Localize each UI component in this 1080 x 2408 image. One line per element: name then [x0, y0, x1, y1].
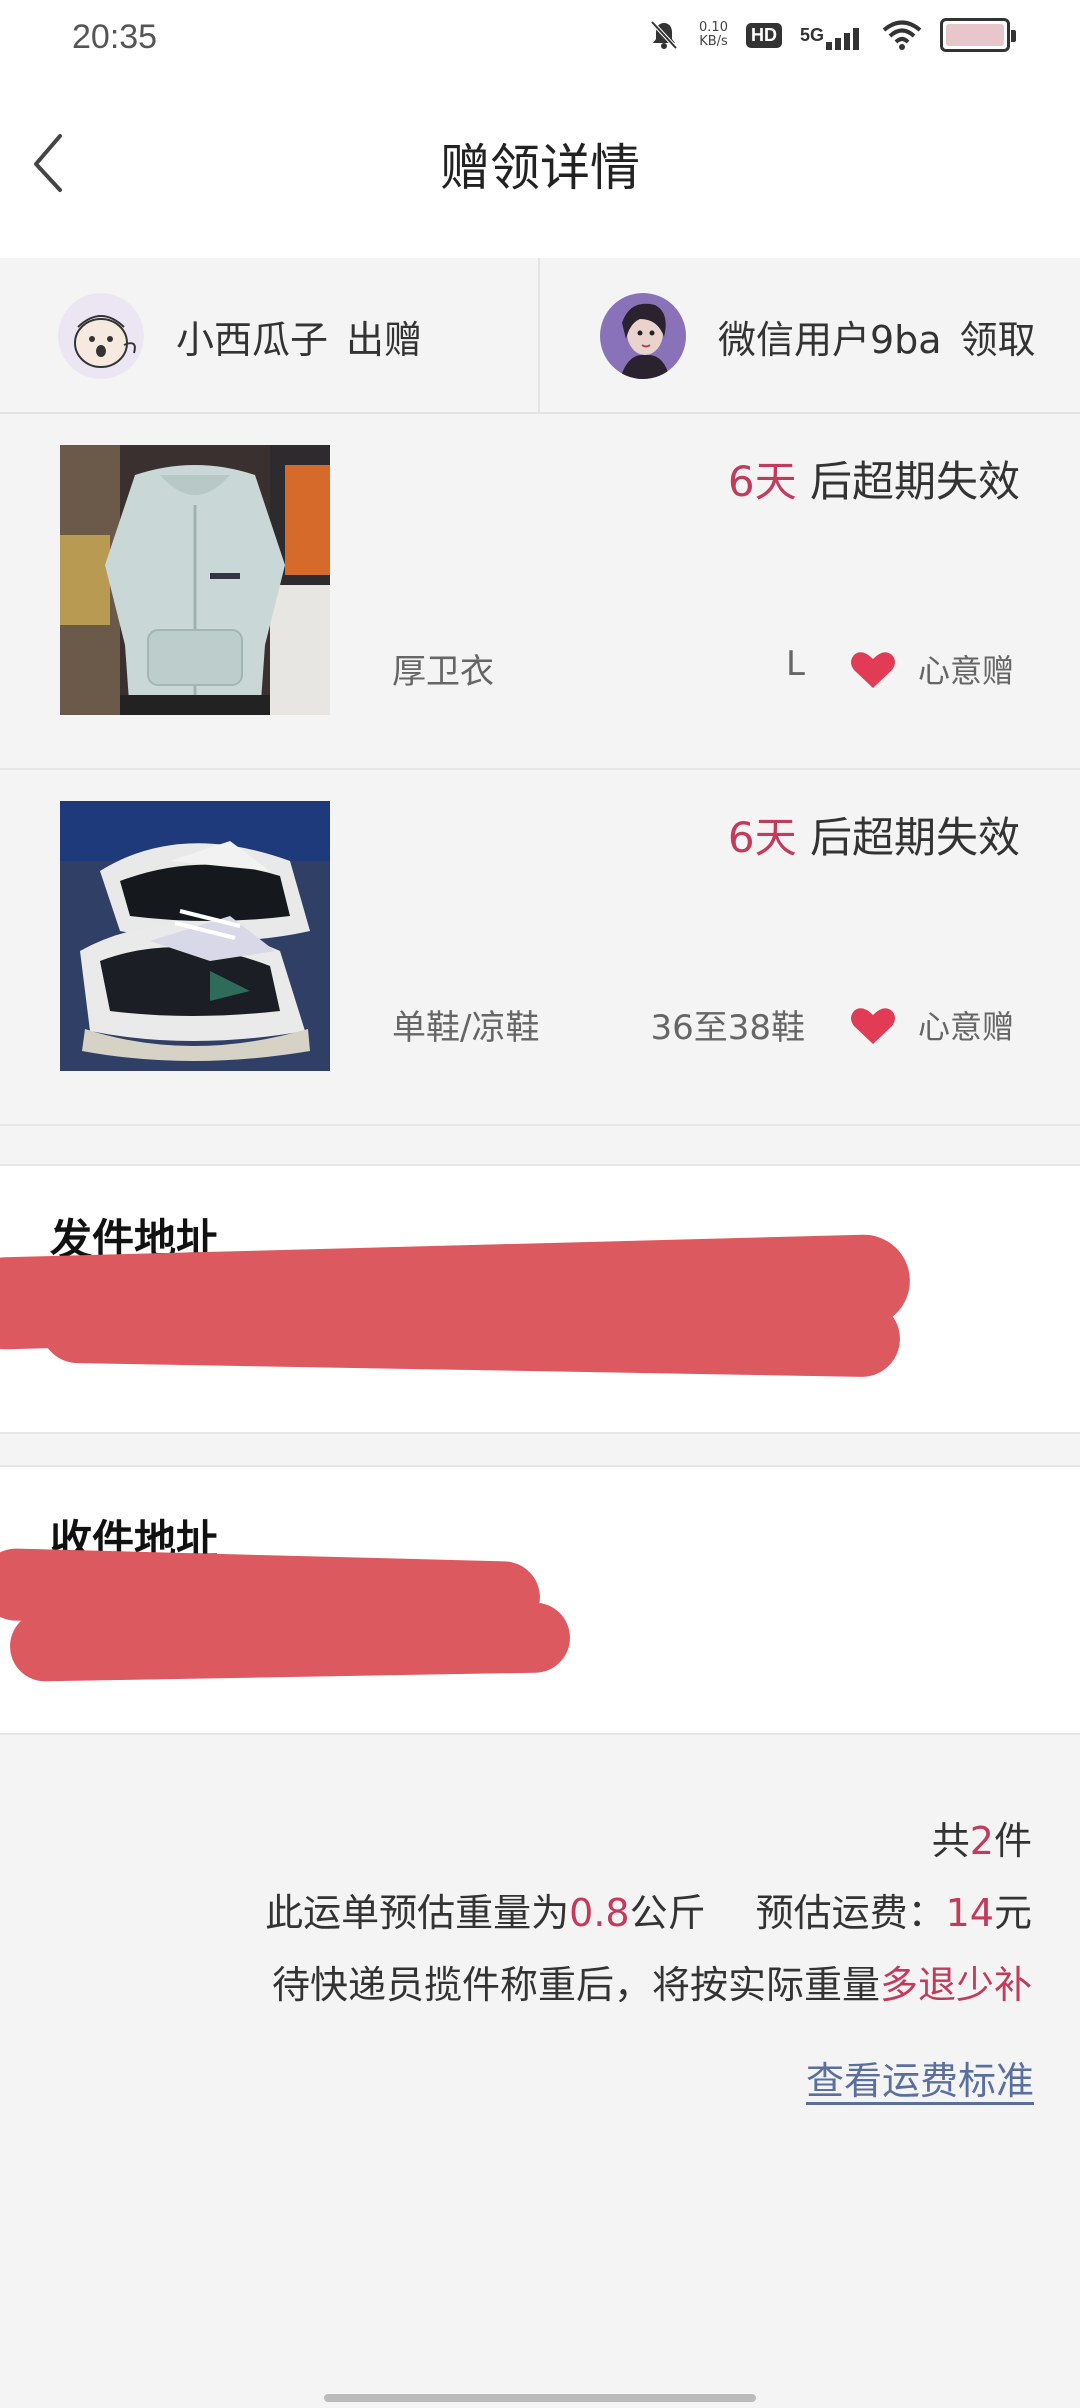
wifi-icon [882, 19, 922, 51]
item-photo-hoodie [60, 445, 330, 715]
weight-note: 待快递员揽件称重后，将按实际重量多退少补 [272, 1954, 1032, 2009]
receive-address-card: 收件地址 [0, 1465, 1080, 1735]
expire-notice: 6天 后超期失效 [728, 448, 1020, 509]
status-time: 20:35 [72, 18, 158, 56]
giver-name: 小西瓜子 [176, 317, 329, 362]
expire-notice: 6天 后超期失效 [728, 804, 1020, 865]
home-indicator[interactable] [324, 2394, 756, 2402]
divider [538, 258, 540, 414]
giver[interactable]: 小西瓜子 出赠 [58, 258, 422, 414]
giver-avatar-image [58, 293, 144, 379]
expire-text: 后超期失效 [809, 457, 1020, 506]
mute-icon [647, 18, 681, 52]
parties-row: 小西瓜子 出赠 微信用户9ba 领取 [0, 258, 1080, 414]
status-icons: 0.10 KB/s HD 5G [647, 18, 1016, 52]
gift-type: 心意赠 [917, 1008, 1014, 1046]
avatar [58, 293, 144, 379]
note-highlight: 多退少补 [879, 1963, 1032, 2007]
expire-text: 后超期失效 [809, 813, 1020, 862]
count-value: 2 [969, 1819, 994, 1863]
receiver[interactable]: 微信用户9ba 领取 [600, 258, 1036, 414]
fee-unit: 元 [993, 1891, 1032, 1935]
heart-icon [851, 652, 895, 688]
fee-label: 预估运费： [755, 1891, 946, 1935]
expire-days: 6天 [727, 813, 797, 862]
gift-item[interactable]: 6天 后超期失效 单鞋/凉鞋 36至38鞋 心意赠 [0, 770, 1080, 1126]
shipping-fee-standard-link[interactable]: 查看运费标准 [806, 2050, 1034, 2105]
gift-item[interactable]: 6天 后超期失效 厚卫衣 L 心意赠 [0, 414, 1080, 770]
net-speed-icon: 0.10 KB/s [699, 21, 728, 49]
page-title: 赠领详情 [440, 139, 640, 197]
heart-icon [851, 1008, 895, 1044]
avatar [600, 293, 686, 379]
net-speed-value: 0.10 [699, 20, 728, 35]
receiver-name: 微信用户9ba [718, 317, 942, 362]
redaction-mark [9, 1602, 571, 1682]
weight-value: 0.8 [569, 1891, 630, 1935]
header: 赠领详情 [0, 80, 1080, 258]
receiver-action: 领取 [959, 317, 1036, 362]
item-photo-shoes [60, 801, 330, 1071]
battery-icon [940, 18, 1016, 52]
net-speed-unit: KB/s [699, 34, 728, 49]
weight-fee-line: 此运单预估重量为0.8公斤 预估运费：14元 [265, 1882, 1032, 1937]
network-type: 5G [799, 24, 824, 45]
status-bar: 20:35 0.10 KB/s HD 5G [0, 0, 1080, 80]
fee-value: 14 [945, 1891, 994, 1935]
item-size: 36至38鞋 [650, 1008, 805, 1048]
count-prefix: 共 [931, 1819, 970, 1863]
item-category: 单鞋/凉鞋 [392, 1008, 540, 1048]
item-category: 厚卫衣 [392, 652, 494, 692]
note-prefix: 待快递员揽件称重后，将按实际重量 [271, 1963, 880, 2007]
expire-days: 6天 [727, 457, 797, 506]
item-count: 共2件 [932, 1810, 1032, 1865]
weight-prefix: 此运单预估重量为 [265, 1891, 570, 1935]
gift-type: 心意赠 [917, 652, 1014, 690]
weight-unit: 公斤 [629, 1891, 706, 1935]
send-address-card: 发件地址 [0, 1164, 1080, 1434]
redaction-mark [39, 1286, 901, 1378]
count-suffix: 件 [993, 1819, 1032, 1863]
signal-icon: 5G [799, 24, 859, 50]
receiver-avatar-image [600, 293, 686, 379]
hd-icon: HD [745, 22, 782, 48]
giver-action: 出赠 [346, 317, 423, 362]
battery-fill [946, 24, 1004, 46]
item-size: L [786, 644, 805, 684]
